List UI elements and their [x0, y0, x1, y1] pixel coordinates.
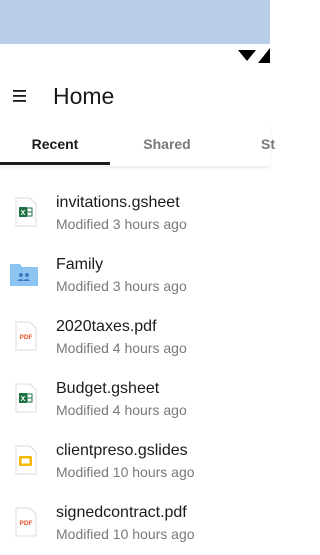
shared-folder-icon	[10, 264, 38, 286]
signal-wifi-icon	[238, 48, 270, 63]
pdf-file-icon: PDF	[15, 507, 37, 537]
file-row[interactable]: clientpreso.gslides Modified 10 hours ag…	[0, 431, 270, 493]
tab-shared[interactable]: Shared	[112, 124, 222, 164]
file-name: clientpreso.gslides	[56, 442, 188, 459]
file-modified: Modified 4 hours ago	[56, 402, 187, 418]
file-row[interactable]: PDF signedcontract.pdf Modified 10 hours…	[0, 493, 270, 555]
svg-text:X: X	[21, 210, 26, 217]
tab-recent[interactable]: Recent	[0, 124, 110, 164]
file-name: Family	[56, 256, 104, 273]
pdf-icon-label: PDF	[20, 520, 33, 527]
file-modified: Modified 3 hours ago	[56, 278, 187, 294]
file-name: signedcontract.pdf	[56, 504, 187, 521]
slides-file-icon	[15, 445, 37, 475]
file-name: 2020taxes.pdf	[56, 318, 157, 335]
svg-text:X: X	[21, 396, 26, 403]
file-name: invitations.gsheet	[56, 194, 180, 211]
sheet-file-icon: X	[15, 197, 37, 227]
file-modified: Modified 10 hours ago	[56, 526, 195, 542]
pdf-file-icon: PDF	[15, 321, 37, 351]
file-modified: Modified 10 hours ago	[56, 464, 195, 480]
file-row[interactable]: X Budget.gsheet Modified 4 hours ago	[0, 369, 270, 431]
page-title: Home	[53, 83, 115, 109]
active-tab-indicator	[0, 162, 110, 165]
tab-bar: Recent Shared St	[0, 124, 275, 166]
status-bar	[0, 44, 270, 68]
tab-starred[interactable]: St	[213, 124, 320, 164]
file-row[interactable]: X invitations.gsheet Modified 3 hours ag…	[0, 183, 270, 245]
file-list: X invitations.gsheet Modified 3 hours ag…	[0, 183, 270, 555]
file-name: Budget.gsheet	[56, 380, 160, 397]
hamburger-menu-icon[interactable]	[12, 88, 28, 104]
file-modified: Modified 3 hours ago	[56, 216, 187, 232]
app-header: Home	[0, 68, 270, 124]
top-background-band	[0, 0, 270, 44]
file-row[interactable]: Family Modified 3 hours ago	[0, 245, 270, 307]
file-row[interactable]: PDF 2020taxes.pdf Modified 4 hours ago	[0, 307, 270, 369]
sheet-file-icon: X	[15, 383, 37, 413]
file-modified: Modified 4 hours ago	[56, 340, 187, 356]
pdf-icon-label: PDF	[20, 334, 33, 341]
